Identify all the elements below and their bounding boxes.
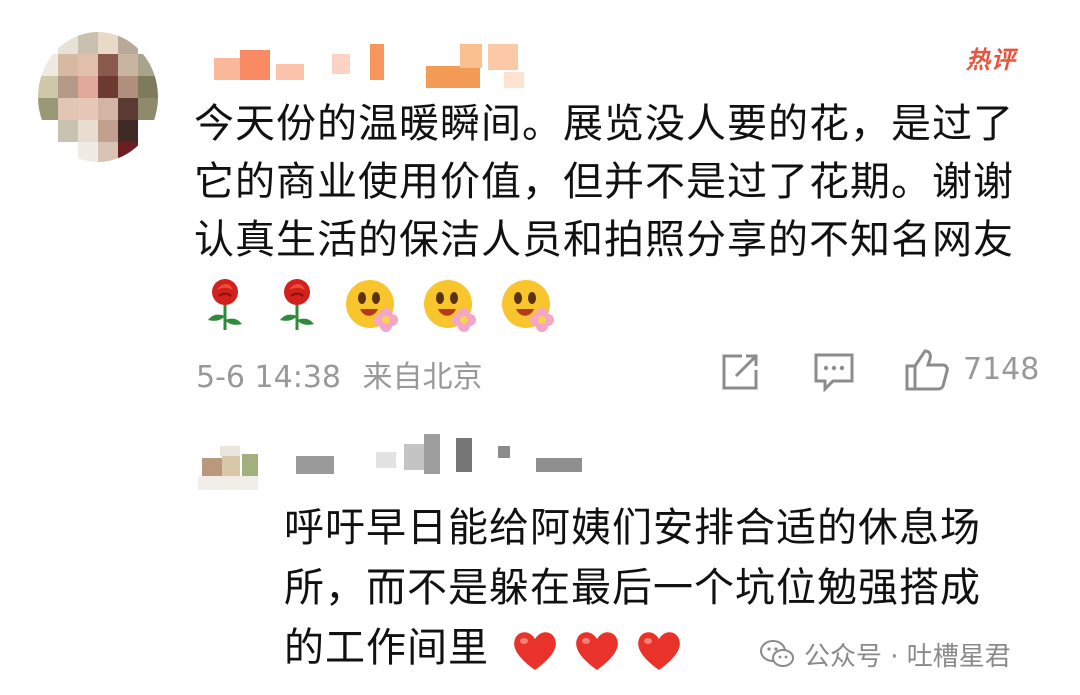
smile-flower-emoji-icon	[502, 280, 554, 332]
comment-text-line: 今天份的温暖瞬间。展览没人要的花，是过了	[194, 101, 1014, 147]
commenter-avatar[interactable]	[38, 32, 158, 162]
smile-flower-emoji-icon	[424, 280, 476, 332]
comment-reply-icon[interactable]	[813, 352, 855, 392]
reply-heart-row	[511, 628, 683, 672]
reply-text-line: 呼吁早日能给阿姨们安排合适的休息场	[284, 505, 981, 551]
watermark: 公众号 · 吐槽星君	[760, 634, 1011, 674]
comment-emoji-row	[200, 272, 556, 336]
heart-emoji-icon	[575, 632, 618, 670]
rose-emoji-icon	[208, 279, 242, 330]
wechat-icon	[760, 640, 794, 667]
like-count: 7148	[963, 352, 1040, 387]
reply-text-tail: 的工作间里	[284, 625, 489, 671]
smile-flower-emoji-icon	[346, 280, 398, 332]
watermark-text: 公众号 · 吐槽星君	[804, 641, 1011, 672]
heart-emoji-icon	[637, 632, 680, 670]
comment-timestamp: 5-6 14:38	[196, 360, 341, 395]
thumbs-up-icon[interactable]	[904, 348, 950, 392]
comment-text: 今天份的温暖瞬间。展览没人要的花，是过了 它的商业使用价值，但并不是过了花期。谢…	[194, 95, 1054, 269]
hot-comment-badge: 热评	[966, 46, 1016, 74]
commenter-username[interactable]	[214, 44, 544, 88]
reply-avatar[interactable]	[198, 446, 278, 492]
reply-text-line: 所，而不是躲在最后一个坑位勉强搭成	[284, 565, 981, 611]
rose-emoji-icon	[280, 279, 314, 330]
comment-meta: 5-6 14:38 来自北京	[196, 352, 483, 396]
share-icon[interactable]	[720, 352, 760, 392]
heart-emoji-icon	[513, 632, 556, 670]
comment-location: 来自北京	[362, 360, 483, 395]
comment-text-line: 认真生活的保洁人员和拍照分享的不知名网友	[194, 217, 1014, 263]
reply-username[interactable]	[296, 434, 596, 482]
comment-text-line: 它的商业使用价值，但并不是过了花期。谢谢	[194, 159, 1014, 205]
